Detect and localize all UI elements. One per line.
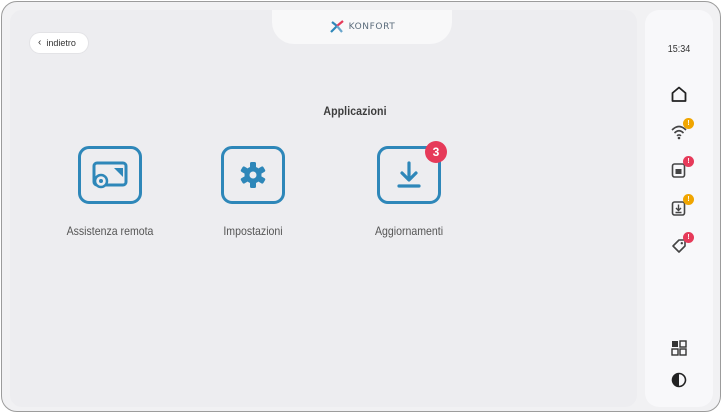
screen-button[interactable]: ! [665,156,694,184]
downloads-button[interactable]: ! [665,194,694,222]
back-button-label: indietro [46,38,76,48]
logo: KONFORT [329,20,396,34]
contrast-icon [671,372,687,388]
home-button[interactable] [665,80,693,108]
notification-badge: 3 [425,141,447,163]
header-tab: KONFORT [272,10,452,44]
app-label: Aggiornamenti [374,224,444,238]
main-panel: KONFORT ‹ indietro Applicazioni Assisten… [10,10,637,407]
app-label: Impostazioni [223,224,283,238]
chevron-left-icon: ‹ [38,37,42,48]
app-tile-remote-assistance[interactable]: Assistenza remota [50,146,170,239]
alert-badge: ! [683,232,694,243]
warning-badge: ! [683,194,694,205]
konfort-logo-icon [329,20,344,33]
sidebar: 15:34 ! ! ! ! [645,10,713,407]
download-icon: 3 [377,141,447,204]
logo-text: KONFORT [348,22,396,32]
app-tile-settings[interactable]: Impostazioni [193,146,313,239]
clock: 15:34 [667,44,691,55]
grid-icon [671,340,687,356]
app-tile-updates[interactable]: 3 Aggiornamenti [349,141,469,239]
home-icon [671,86,687,102]
device-frame: KONFORT ‹ indietro Applicazioni Assisten… [1,1,721,412]
warning-badge: ! [683,118,694,129]
wifi-button[interactable]: ! [665,118,694,146]
service-button[interactable]: ! [665,232,694,260]
app-label: Assistenza remota [66,224,154,238]
contrast-toggle[interactable] [665,366,693,394]
apps-grid-button[interactable] [665,334,693,362]
alert-badge: ! [683,156,694,167]
page-title: Applicazioni [323,104,387,118]
back-button[interactable]: ‹ indietro [30,33,88,53]
remote-assistance-icon [78,146,142,204]
gear-icon [221,146,285,204]
